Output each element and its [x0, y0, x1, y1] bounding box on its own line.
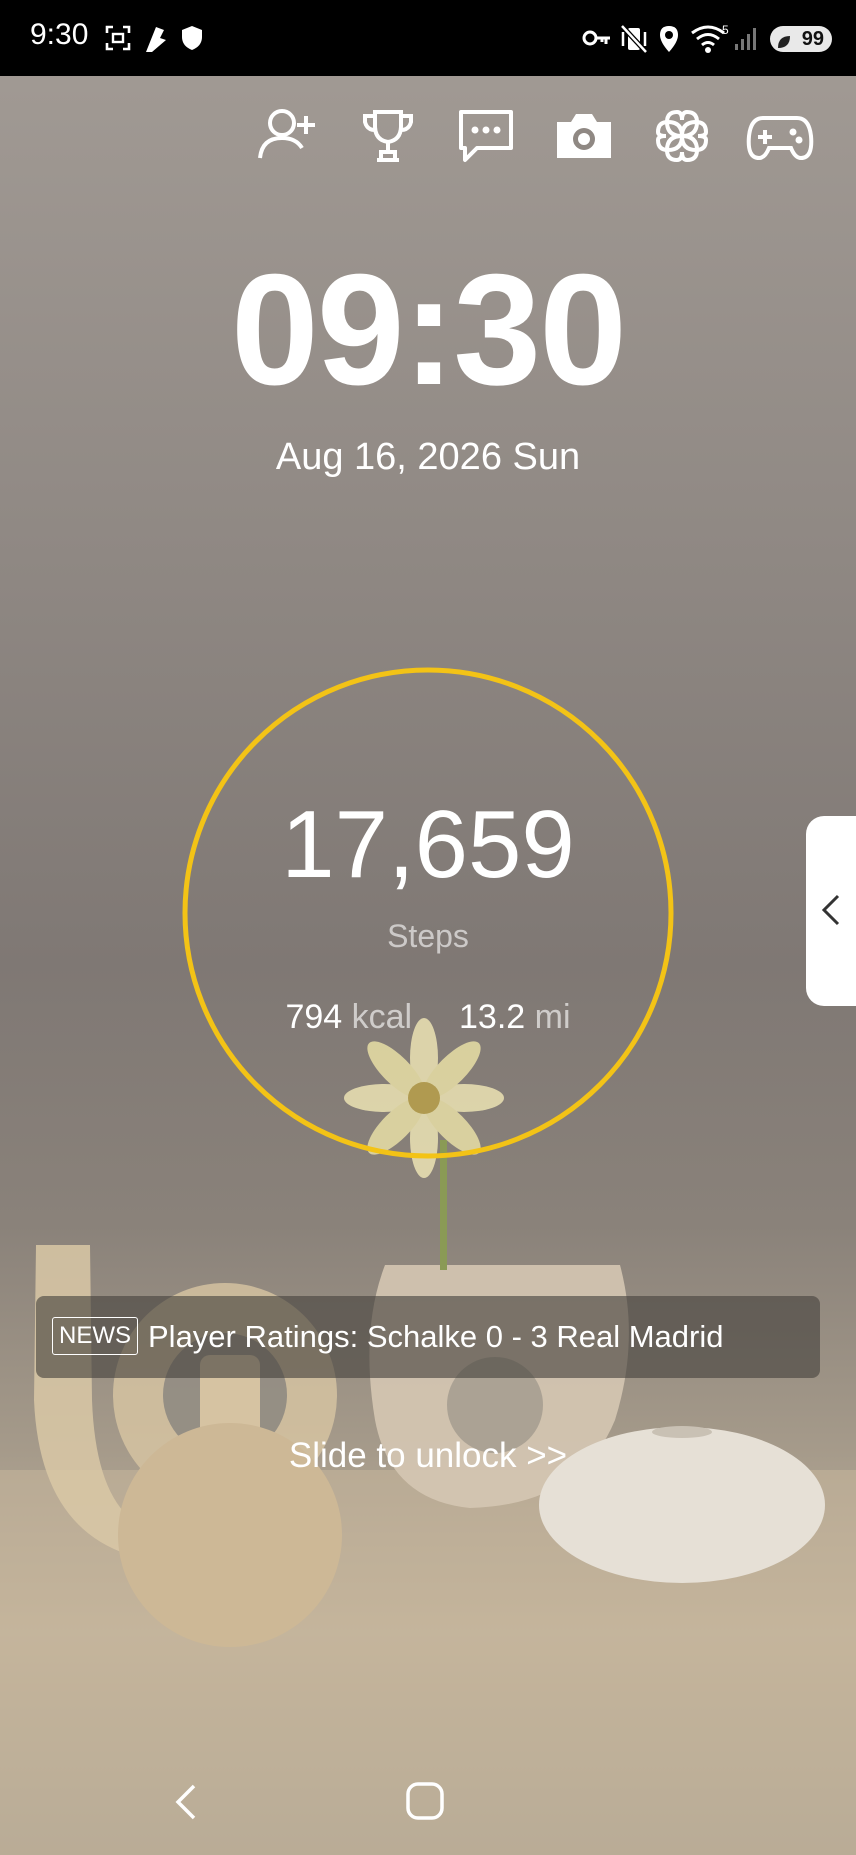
lock-screen: 9:30 5 99 09:30 Aug 16, 2026 Sun 17,659 …: [0, 0, 856, 1855]
status-time: 9:30: [30, 18, 89, 51]
steps-count: 17,659: [281, 791, 575, 898]
wifi-icon: 5: [690, 23, 730, 59]
back-icon[interactable]: [170, 1782, 204, 1827]
clock-time: 09:30: [230, 242, 627, 418]
location-icon: [658, 24, 680, 59]
network-label: 5: [722, 24, 729, 37]
cell-signal-icon: [734, 24, 760, 57]
activity-stats: 794 kcal 13.2 mi: [0, 998, 856, 1037]
home-icon[interactable]: [404, 1780, 446, 1827]
chevron-left-icon: [821, 894, 840, 926]
news-tag: NEWS: [52, 1317, 138, 1355]
calories-value: 794: [285, 998, 343, 1036]
vpn-key-icon: [582, 24, 612, 57]
battery-indicator: 99: [770, 26, 832, 52]
slide-to-unlock[interactable]: Slide to unlock >>: [0, 1436, 856, 1476]
calories-unit: kcal: [351, 998, 413, 1036]
news-banner[interactable]: NEWS Player Ratings: Schalke 0 - 3 Real …: [36, 1296, 820, 1378]
steps-ring: [182, 667, 674, 1159]
add-friend-icon[interactable]: [254, 106, 324, 166]
battery-saver-icon: [777, 32, 791, 55]
screenshot-icon: [104, 24, 132, 57]
status-bar: 9:30 5 99: [0, 0, 856, 76]
message-icon[interactable]: [451, 106, 521, 166]
news-headline: Player Ratings: Schalke 0 - 3 Real Madri…: [148, 1319, 724, 1354]
battery-level: 99: [801, 27, 824, 50]
trophy-icon[interactable]: [353, 106, 423, 166]
shield-icon: [180, 24, 204, 57]
camera-icon[interactable]: [549, 106, 619, 166]
vibrate-mute-icon: [620, 24, 648, 59]
distance-value: 13.2: [459, 998, 526, 1036]
gamepad-icon[interactable]: [745, 106, 815, 166]
clover-icon[interactable]: [647, 106, 717, 166]
distance-unit: mi: [534, 998, 571, 1036]
flag-icon: [142, 24, 168, 59]
steps-label: Steps: [387, 918, 469, 954]
side-panel-handle[interactable]: [806, 816, 856, 1006]
clock-date: Aug 16, 2026 Sun: [275, 436, 581, 478]
